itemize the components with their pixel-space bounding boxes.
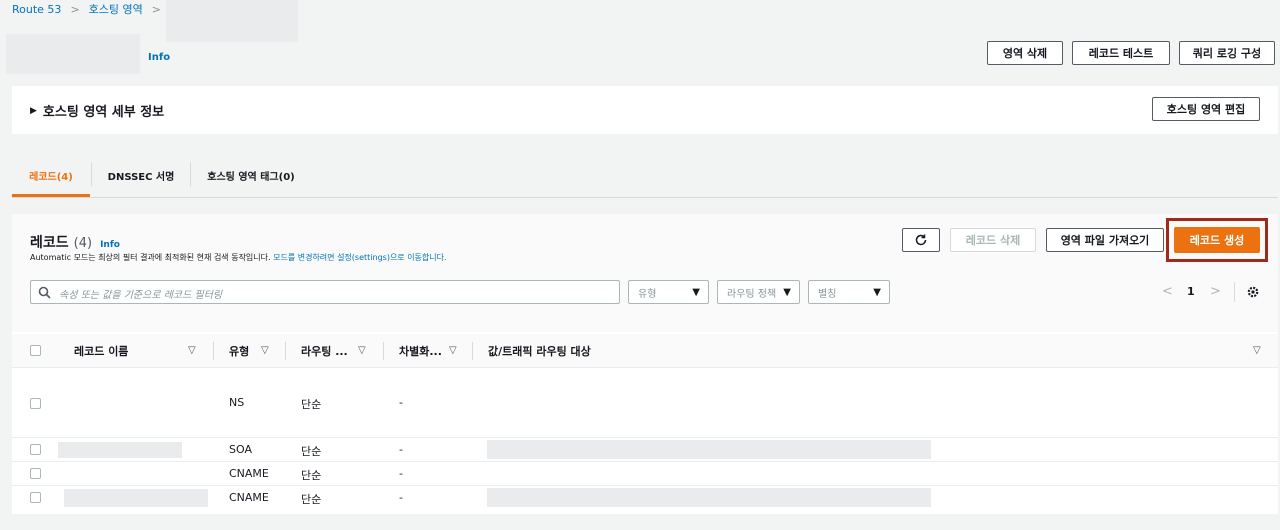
sort-icon[interactable]: ▽ <box>358 345 366 356</box>
records-container: 레코드 (4) Info Automatic 모드는 최상의 필터 결과에 최적… <box>12 214 1278 514</box>
caret-down-icon: ▼ <box>873 287 881 298</box>
tab-records[interactable]: 레코드(4) <box>12 152 90 198</box>
record-type: CNAME <box>229 467 269 480</box>
row-checkbox[interactable] <box>30 468 41 479</box>
sort-icon[interactable]: ▽ <box>449 345 457 356</box>
routing-policy: 단순 <box>301 445 322 458</box>
routing-policy: 단순 <box>301 469 322 482</box>
search-icon <box>38 286 51 299</box>
table-row[interactable]: CNAME 단순 - <box>12 486 1278 510</box>
test-record-button[interactable]: 레코드 테스트 <box>1072 41 1170 65</box>
differentiator: - <box>399 491 403 504</box>
type-filter-select[interactable]: 유형 ▼ <box>628 280 709 304</box>
table-row[interactable]: SOA 단순 - <box>12 438 1278 462</box>
table-row[interactable]: CNAME 단순 - <box>12 462 1278 486</box>
routing-policy: 단순 <box>301 398 322 411</box>
breadcrumb: Route 53 > 호스팅 영역 > <box>12 1 170 17</box>
select-all-checkbox[interactable] <box>30 345 41 356</box>
current-page[interactable]: 1 <box>1187 285 1195 298</box>
caret-down-icon: ▼ <box>692 287 700 298</box>
col-header-differentiator[interactable]: 차별화... <box>399 334 442 368</box>
hosted-zone-details-panel: ▶ 호스팅 영역 세부 정보 호스팅 영역 편집 <box>12 86 1278 134</box>
col-divider <box>472 342 473 360</box>
page-info-link[interactable]: Info <box>148 52 170 63</box>
tab-dnssec[interactable]: DNSSEC 서명 <box>92 152 190 198</box>
chevron-right-icon: > <box>70 2 80 16</box>
delete-record-button[interactable]: 레코드 삭제 <box>950 228 1036 252</box>
row-checkbox[interactable] <box>30 492 41 503</box>
breadcrumb-route53[interactable]: Route 53 <box>12 3 61 16</box>
records-info-link[interactable]: Info <box>100 240 120 250</box>
record-name-redacted <box>58 442 182 458</box>
record-type: SOA <box>229 443 252 456</box>
records-description: Automatic 모드는 최상의 필터 결과에 최적화된 현재 검색 동작입니… <box>30 253 447 262</box>
alias-filter-select[interactable]: 별칭 ▼ <box>808 280 890 304</box>
routing-policy: 단순 <box>301 493 322 506</box>
sort-icon[interactable]: ▽ <box>1253 345 1261 356</box>
record-value-redacted <box>487 488 931 507</box>
table-header: 레코드 이름 ▽ 유형 ▽ 라우팅 ... ▽ 차별화... ▽ 값/트래픽 라… <box>12 334 1278 368</box>
import-zone-file-button[interactable]: 영역 파일 가져오기 <box>1046 228 1164 252</box>
col-header-routing[interactable]: 라우팅 ... <box>301 334 348 368</box>
col-divider <box>213 342 214 360</box>
breadcrumb-current-zone-redacted <box>166 0 298 42</box>
settings-gear-icon[interactable] <box>1246 285 1260 299</box>
record-value-redacted <box>487 440 931 459</box>
differentiator: - <box>399 443 403 456</box>
delete-zone-button[interactable]: 영역 삭제 <box>987 41 1063 65</box>
differentiator: - <box>399 467 403 480</box>
next-page-button[interactable]: > <box>1210 284 1221 299</box>
details-title: 호스팅 영역 세부 정보 <box>42 105 165 120</box>
tab-active-indicator <box>12 194 90 197</box>
search-placeholder: 속성 또는 값을 기준으로 레코드 필터링 <box>59 290 223 301</box>
refresh-button[interactable] <box>902 228 940 252</box>
page-title-redacted <box>6 34 140 74</box>
table-row[interactable]: NS 단순 - <box>12 368 1278 438</box>
tab-zone-tags[interactable]: 호스팅 영역 태그(0) <box>191 152 311 198</box>
col-divider <box>285 342 286 360</box>
refresh-icon <box>915 234 927 246</box>
col-divider <box>383 342 384 360</box>
differentiator: - <box>399 396 403 409</box>
details-toggle[interactable]: ▶ 호스팅 영역 세부 정보 <box>30 101 164 120</box>
col-header-type[interactable]: 유형 <box>229 334 249 368</box>
routing-policy-filter-select[interactable]: 라우팅 정책 ▼ <box>717 280 800 304</box>
record-name-redacted <box>64 489 208 507</box>
query-logging-button[interactable]: 쿼리 로깅 구성 <box>1179 41 1275 65</box>
col-header-record-name[interactable]: 레코드 이름 <box>74 334 128 368</box>
row-checkbox[interactable] <box>30 444 41 455</box>
caret-down-icon: ▼ <box>783 287 791 298</box>
records-header: 레코드 (4) Info Automatic 모드는 최상의 필터 결과에 최적… <box>12 214 1278 332</box>
create-record-button[interactable]: 레코드 생성 <box>1174 227 1260 253</box>
sort-icon[interactable]: ▽ <box>188 345 196 356</box>
sort-icon[interactable]: ▽ <box>261 345 269 356</box>
record-type: NS <box>229 396 245 409</box>
records-title: 레코드 (4) Info <box>30 235 120 251</box>
caret-right-icon: ▶ <box>30 105 37 116</box>
settings-link[interactable]: 모드를 변경하려면 설정(settings)으로 이동합니다. <box>273 253 446 262</box>
row-checkbox[interactable] <box>30 398 41 409</box>
col-header-value[interactable]: 값/트래픽 라우팅 대상 <box>488 334 591 368</box>
pagination-divider <box>1234 282 1235 302</box>
search-input[interactable]: 속성 또는 값을 기준으로 레코드 필터링 <box>30 280 620 304</box>
prev-page-button[interactable]: < <box>1162 284 1173 299</box>
chevron-right-icon: > <box>151 2 161 16</box>
record-type: CNAME <box>229 491 269 504</box>
edit-zone-button[interactable]: 호스팅 영역 편집 <box>1152 97 1260 121</box>
tabs-bar: 레코드(4) DNSSEC 서명 호스팅 영역 태그(0) <box>12 152 1278 198</box>
breadcrumb-hosted-zones[interactable]: 호스팅 영역 <box>89 1 143 17</box>
